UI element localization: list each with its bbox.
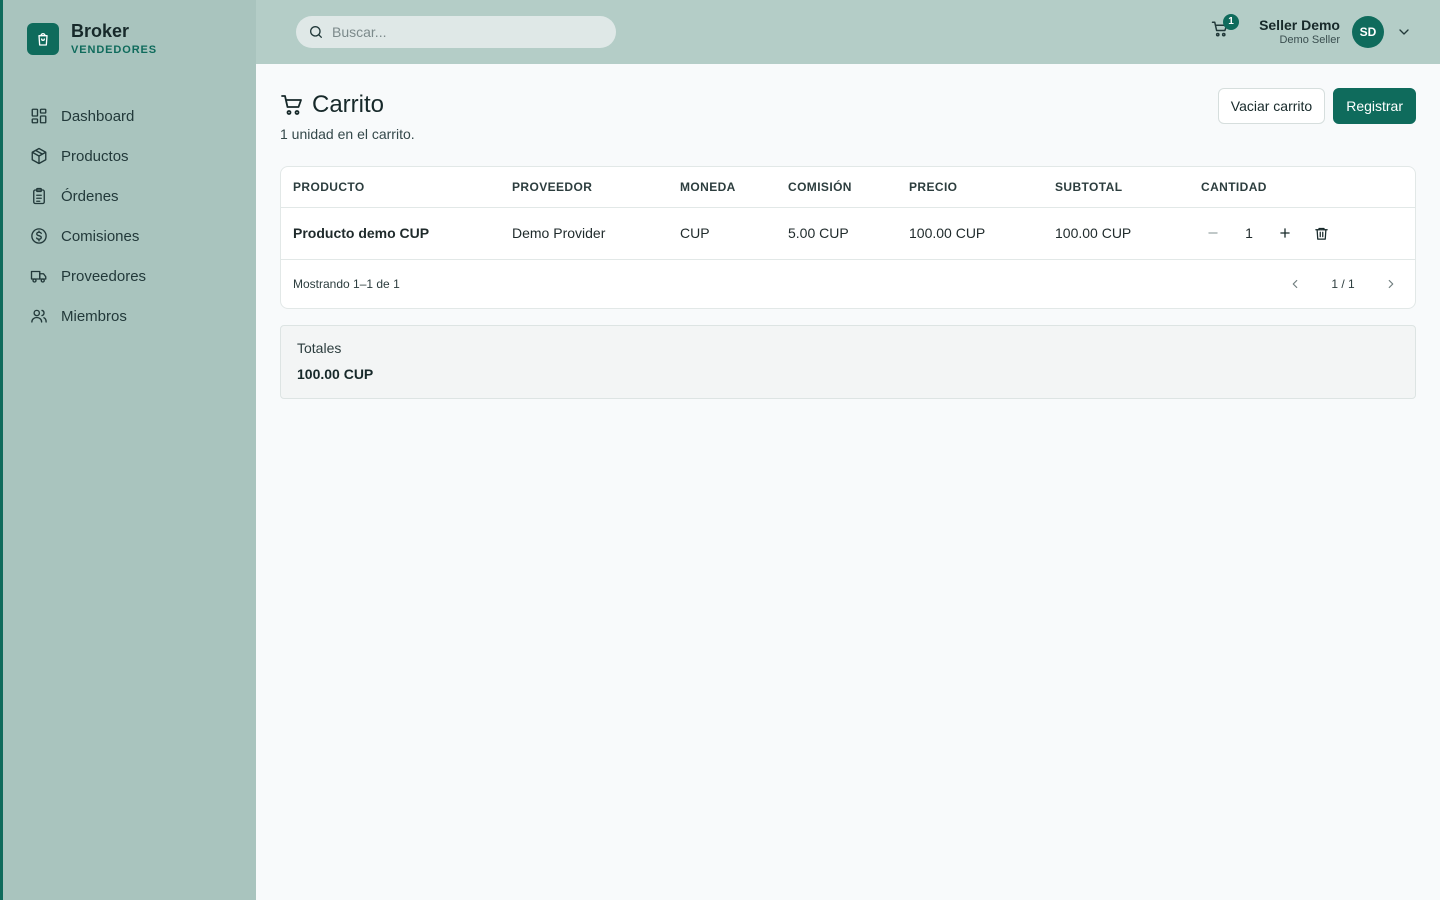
sidebar-item-dashboard[interactable]: Dashboard <box>29 96 249 136</box>
page-indicator: 1 / 1 <box>1331 276 1355 291</box>
plus-icon <box>1280 228 1290 238</box>
table-header-row: PRODUCTO PROVEEDOR MONEDA COMISIÓN PRECI… <box>281 167 1415 208</box>
sidebar-item-label: Productos <box>61 147 129 165</box>
minus-icon <box>1208 232 1218 234</box>
column-header: SUBTOTAL <box>1043 167 1189 208</box>
user-role: Demo Seller <box>1279 34 1340 46</box>
quantity-stepper: 1 <box>1201 221 1415 245</box>
cell-currency: CUP <box>668 207 776 260</box>
sidebar-item-label: Comisiones <box>61 227 140 245</box>
cart-count-badge: 1 <box>1223 14 1239 30</box>
cell-subtotal: 100.00 CUP <box>1043 207 1189 260</box>
cell-product: Producto demo CUP <box>281 207 500 260</box>
avatar[interactable]: SD <box>1352 16 1384 48</box>
sidebar-item-miembros[interactable]: Miembros <box>29 296 249 336</box>
chevron-down-icon[interactable] <box>1396 24 1412 40</box>
column-header: PRECIO <box>897 167 1043 208</box>
user-name: Seller Demo <box>1259 17 1340 33</box>
truck-icon <box>29 266 49 286</box>
cart-table-card: PRODUCTO PROVEEDOR MONEDA COMISIÓN PRECI… <box>280 166 1416 309</box>
sidebar-nav: Dashboard Productos Órdenes Comisiones P… <box>29 96 249 336</box>
cell-quantity: 1 <box>1189 207 1415 260</box>
sidebar-item-label: Órdenes <box>61 187 119 205</box>
next-page-button[interactable] <box>1379 272 1403 296</box>
cell-price: 100.00 CUP <box>897 207 1043 260</box>
register-button[interactable]: Registrar <box>1333 88 1416 124</box>
table-row: Producto demo CUP Demo Provider CUP 5.00… <box>281 207 1415 260</box>
search-icon <box>308 24 324 40</box>
remove-item-button[interactable] <box>1309 221 1333 245</box>
cart-table: PRODUCTO PROVEEDOR MONEDA COMISIÓN PRECI… <box>281 167 1415 260</box>
main-area: 1 Seller Demo Demo Seller SD Carrito 1 u… <box>256 0 1440 900</box>
sidebar-item-productos[interactable]: Productos <box>29 136 249 176</box>
pagination: 1 / 1 <box>1283 272 1403 296</box>
cart-page: Carrito 1 unidad en el carrito. Vaciar c… <box>280 88 1416 399</box>
totals-label: Totales <box>297 339 342 356</box>
cell-commission: 5.00 CUP <box>776 207 897 260</box>
brand[interactable]: Broker VENDEDORES <box>27 21 157 56</box>
brand-subtitle: VENDEDORES <box>71 44 158 56</box>
increase-quantity-button[interactable] <box>1273 221 1297 245</box>
sidebar: Broker VENDEDORES Dashboard Productos Ór… <box>0 0 256 900</box>
page-actions: Vaciar carrito Registrar <box>1217 88 1416 124</box>
page-title: Carrito <box>312 91 385 118</box>
sidebar-item-comisiones[interactable]: Comisiones <box>29 216 249 256</box>
search-box[interactable] <box>296 16 616 48</box>
brand-name: Broker <box>71 21 130 41</box>
column-header: PRODUCTO <box>281 167 500 208</box>
cart-icon <box>280 93 304 117</box>
chevron-right-icon <box>1388 279 1394 288</box>
column-header: CANTIDAD <box>1189 167 1415 208</box>
sidebar-item-ordenes[interactable]: Órdenes <box>29 176 249 216</box>
page-subtitle: 1 unidad en el carrito. <box>280 126 415 142</box>
dashboard-icon <box>29 106 49 126</box>
search-input[interactable] <box>332 24 592 40</box>
sidebar-item-label: Proveedores <box>61 267 147 285</box>
clear-cart-button[interactable]: Vaciar carrito <box>1217 88 1326 124</box>
sidebar-item-proveedores[interactable]: Proveedores <box>29 256 249 296</box>
decrease-quantity-button[interactable] <box>1201 221 1225 245</box>
totals-value: 100.00 CUP <box>297 365 374 382</box>
box-icon <box>29 146 49 166</box>
chevron-left-icon <box>1292 279 1298 288</box>
column-header: COMISIÓN <box>776 167 897 208</box>
dollar-circle-icon <box>29 226 49 246</box>
shopping-bag-icon <box>27 22 59 55</box>
topbar: 1 Seller Demo Demo Seller SD <box>256 0 1440 64</box>
totals-panel: Totales 100.00 CUP <box>280 324 1416 399</box>
column-header: MONEDA <box>668 167 776 208</box>
users-icon <box>29 306 49 326</box>
previous-page-button[interactable] <box>1283 272 1307 296</box>
sidebar-item-label: Dashboard <box>61 107 135 125</box>
column-header: PROVEEDOR <box>500 167 668 208</box>
cell-provider: Demo Provider <box>500 207 668 260</box>
pagination-summary: Mostrando 1–1 de 1 <box>293 276 400 291</box>
user-info[interactable]: Seller Demo Demo Seller <box>1259 16 1340 46</box>
trash-icon <box>1314 227 1328 240</box>
table-footer: Mostrando 1–1 de 1 1 / 1 <box>281 260 1415 308</box>
sidebar-item-label: Miembros <box>61 307 127 325</box>
quantity-value: 1 <box>1245 225 1253 241</box>
clipboard-icon <box>29 186 49 206</box>
